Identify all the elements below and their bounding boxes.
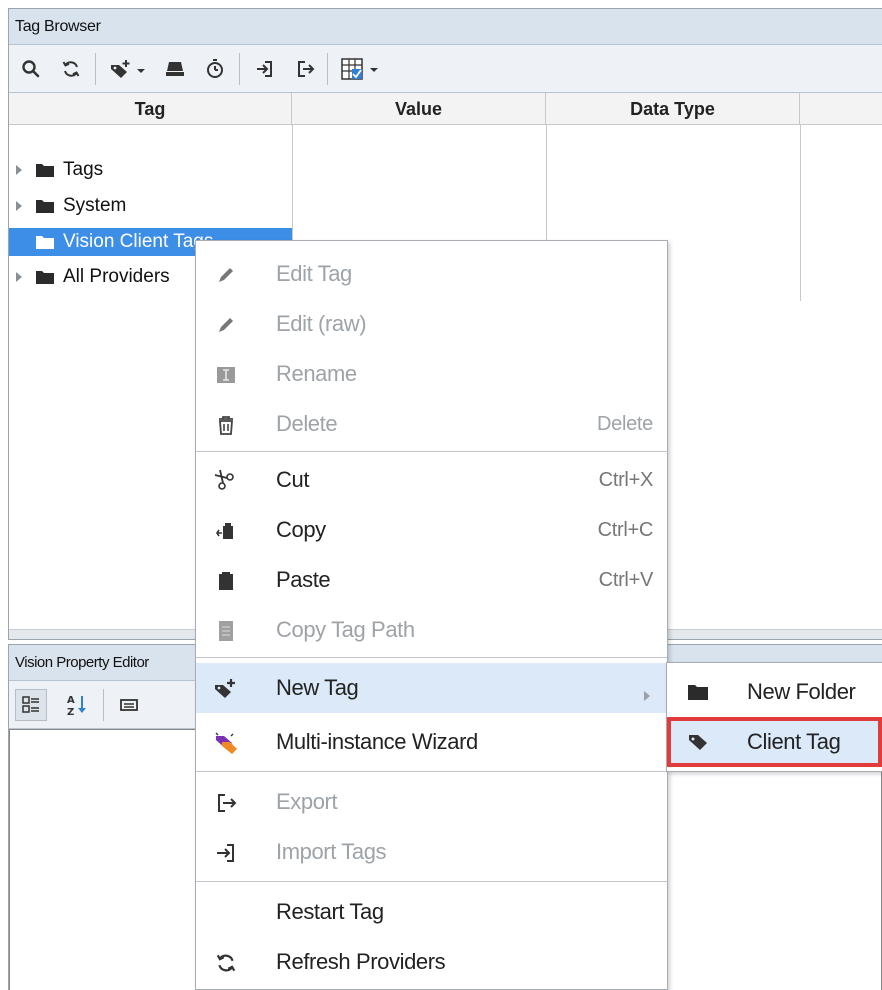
categorized-view-icon[interactable] [15, 689, 47, 721]
tag-browser-toolbar [9, 45, 882, 93]
search-icon[interactable] [15, 53, 47, 85]
tag-provider-icon[interactable] [159, 53, 191, 85]
tree-label: Tags [63, 159, 104, 180]
column-header-value[interactable]: Value [292, 93, 546, 125]
menu-item-rename[interactable]: Rename [196, 349, 667, 399]
menu-item-new-tag[interactable]: New Tag [196, 663, 667, 713]
column-chooser-icon[interactable] [337, 53, 385, 85]
clipboard-icon [212, 567, 240, 595]
expand-arrow-icon[interactable] [9, 192, 29, 220]
rename-icon [212, 361, 240, 389]
folder-icon [33, 156, 57, 184]
menu-item-edit-raw[interactable]: Edit (raw) [196, 299, 667, 349]
copy-path-icon [212, 617, 240, 645]
add-tag-dropdown-icon[interactable] [105, 53, 151, 85]
folder-icon [33, 263, 57, 291]
new-tag-icon [212, 675, 240, 703]
folder-icon [33, 192, 57, 220]
property-display-icon[interactable] [113, 689, 145, 721]
context-menu: Edit Tag Edit (raw) Rename Delete Delete… [195, 240, 668, 990]
expand-arrow-icon[interactable] [9, 156, 29, 184]
menu-item-paste[interactable]: Paste Ctrl+V [196, 555, 667, 605]
new-tag-submenu: New Folder Client Tag [666, 662, 882, 772]
tree-label: System [63, 195, 127, 216]
trash-icon [212, 411, 240, 439]
menu-item-import-tags[interactable]: Import Tags [196, 827, 667, 877]
folder-icon [685, 679, 711, 705]
tag-icon [685, 729, 711, 755]
refresh-icon [212, 949, 240, 977]
scissors-icon [212, 467, 240, 495]
menu-item-restart-tag[interactable]: Restart Tag [196, 887, 667, 937]
import-icon [212, 839, 240, 867]
tree-label: Vision Client Tags [63, 231, 214, 252]
sort-alphabetical-icon[interactable]: AZ [61, 689, 93, 721]
menu-item-multi-instance-wizard[interactable]: Multi-instance Wizard [196, 717, 667, 767]
column-header-tag[interactable]: Tag [9, 93, 292, 125]
menu-item-export[interactable]: Export [196, 777, 667, 827]
menu-item-copy-tag-path[interactable]: Copy Tag Path [196, 605, 667, 655]
menu-item-copy[interactable]: Copy Ctrl+C [196, 505, 667, 555]
import-icon[interactable] [249, 53, 281, 85]
column-header-data-type[interactable]: Data Type [546, 93, 800, 125]
svg-text:A: A [67, 695, 75, 706]
menu-item-edit-tag[interactable]: Edit Tag [196, 249, 667, 299]
svg-text:Z: Z [67, 707, 74, 717]
tree-row-system[interactable]: System [9, 192, 292, 220]
submenu-item-new-folder[interactable]: New Folder [667, 667, 882, 717]
expand-arrow-icon[interactable] [9, 263, 29, 291]
tag-browser-title: Tag Browser [9, 9, 882, 45]
submenu-item-client-tag[interactable]: Client Tag [667, 717, 882, 767]
menu-item-refresh-providers[interactable]: Refresh Providers [196, 937, 667, 987]
wizard-icon [212, 729, 240, 757]
folder-icon [33, 228, 57, 256]
menu-item-cut[interactable]: Cut Ctrl+X [196, 455, 667, 505]
menu-item-delete[interactable]: Delete Delete [196, 399, 667, 449]
pencil-icon [212, 311, 240, 339]
tree-label: All Providers [63, 266, 170, 287]
refresh-icon[interactable] [55, 53, 87, 85]
copy-icon [212, 517, 240, 545]
tree-row-tags[interactable]: Tags [9, 156, 292, 184]
pencil-icon [212, 261, 240, 289]
history-icon[interactable] [199, 53, 231, 85]
tag-table-header: Tag Value Data Type [9, 93, 882, 125]
export-icon [212, 789, 240, 817]
submenu-arrow-icon [643, 682, 651, 708]
export-icon[interactable] [289, 53, 321, 85]
